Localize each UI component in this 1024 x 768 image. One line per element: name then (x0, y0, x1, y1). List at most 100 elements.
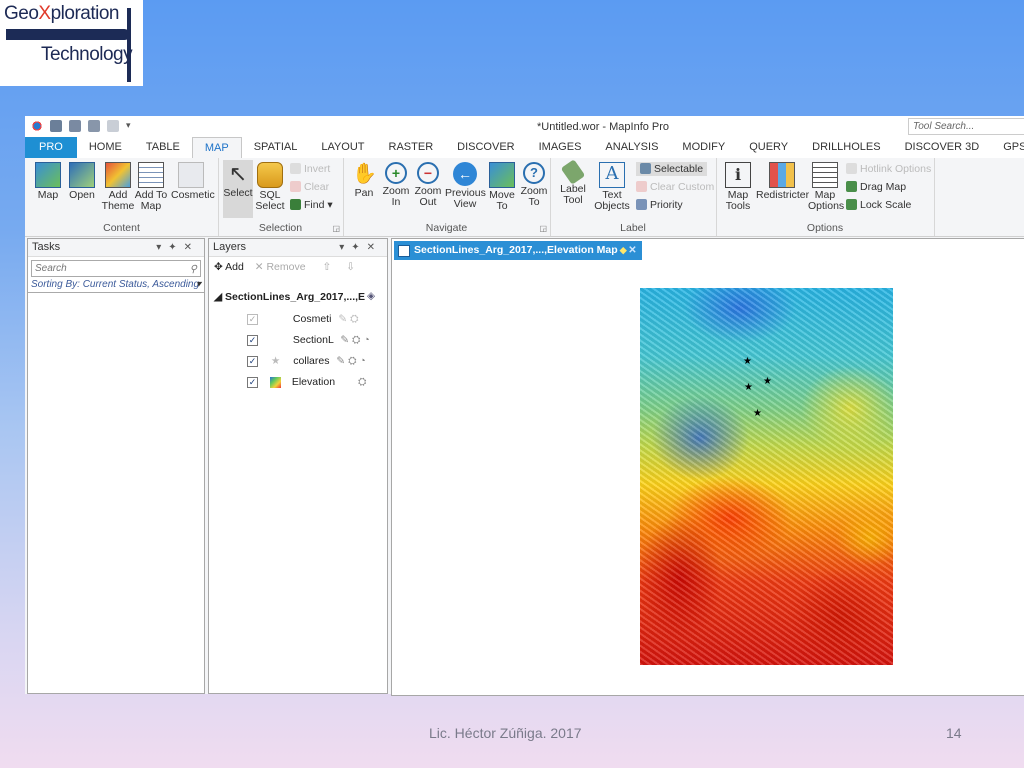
text-a-icon: A (599, 162, 625, 188)
tab-analysis[interactable]: ANALYSIS (593, 137, 670, 158)
clear-custom-button[interactable]: Clear Custom (636, 180, 714, 194)
tab-pro[interactable]: PRO (25, 137, 77, 158)
map-options-button[interactable]: Map Options (808, 162, 844, 212)
map-window-title: SectionLines_Arg_2017,...,Elevation Map (414, 244, 618, 256)
map-button[interactable]: Map (33, 162, 63, 201)
tab-gps[interactable]: GPS (991, 137, 1024, 158)
pan-button[interactable]: ✋ Pan (349, 162, 379, 199)
back-arrow-icon: ← (453, 162, 477, 186)
redistricter-button[interactable]: Redistricter (756, 162, 809, 201)
layers-icon[interactable] (107, 120, 119, 132)
text-objects-button[interactable]: A Text Objects (592, 162, 632, 212)
tool-search-input[interactable]: Tool Search... (908, 118, 1024, 135)
table-icon[interactable] (69, 120, 81, 132)
close-icon[interactable]: ✕ (628, 241, 636, 260)
tab-query[interactable]: QUERY (737, 137, 800, 158)
tab-raster[interactable]: RASTER (377, 137, 446, 158)
drag-map-icon (846, 181, 857, 192)
search-icon[interactable]: ⚲ (190, 262, 197, 277)
navigate-launcher-icon[interactable]: ◲ (539, 224, 547, 233)
clear-icon (290, 181, 301, 192)
previous-view-button[interactable]: ← Previous View (445, 162, 486, 210)
selectable-toggle[interactable]: Selectable (636, 162, 708, 176)
workspace-icon[interactable] (50, 120, 62, 132)
collar-point-star[interactable]: ★ (744, 383, 753, 393)
sql-select-button[interactable]: SQL Select (255, 162, 285, 212)
tab-discover[interactable]: DISCOVER (445, 137, 526, 158)
tab-discover-3d[interactable]: DISCOVER 3D (893, 137, 992, 158)
tab-map[interactable]: MAP (191, 137, 242, 158)
add-theme-button[interactable]: Add Theme (101, 162, 135, 212)
app-logo-icon[interactable] (31, 120, 43, 132)
chevron-down-icon[interactable]: ▾ (196, 279, 201, 290)
layer-settings-icon[interactable]: ⛭ (358, 376, 366, 388)
text-objects-label-2: Objects (594, 200, 630, 212)
tab-table[interactable]: TABLE (134, 137, 192, 158)
layer-checkbox[interactable]: ✓ (247, 334, 258, 346)
move-down-icon[interactable]: ⇩ (346, 261, 355, 273)
star-icon: ★ (270, 355, 281, 367)
map-tools-button[interactable]: i Map Tools (722, 162, 754, 212)
lock-scale-toggle[interactable]: Lock Scale (846, 198, 911, 212)
map-node[interactable]: ◢ SectionLines_Arg_2017,...,E (214, 291, 365, 303)
layer-checkbox[interactable]: ✓ (247, 355, 258, 367)
remove-layer-button[interactable]: ✕ Remove (255, 261, 306, 273)
map-settings-icon[interactable]: ◈ (367, 290, 375, 302)
zoom-out-button[interactable]: − Zoom Out (413, 162, 443, 208)
invert-button[interactable]: Invert (290, 162, 330, 176)
close-table-icon[interactable] (88, 120, 100, 132)
move-up-icon[interactable]: ⇧ (323, 261, 332, 273)
tab-layout[interactable]: LAYOUT (309, 137, 376, 158)
hotlink-options-button[interactable]: Hotlink Options (846, 162, 931, 176)
collar-point-star[interactable]: ★ (763, 377, 772, 387)
add-layer-button[interactable]: ✥ Add (214, 261, 244, 273)
drag-map-toggle[interactable]: Drag Map (846, 180, 906, 194)
collar-point-star[interactable]: ★ (753, 409, 762, 419)
tab-images[interactable]: IMAGES (527, 137, 594, 158)
layer-row[interactable]: ✓ ★ collares ✎ ⛭ ◔ (247, 355, 366, 368)
remove-layer-label: Remove (266, 261, 306, 273)
map-icon (35, 162, 61, 188)
tasks-sort-dropdown[interactable]: Sorting By: Current Status, Ascending ▾ (28, 277, 204, 293)
pencil-icon[interactable]: ✎ ⛭ ◔ (340, 334, 369, 346)
tasks-search-input[interactable]: Search ⚲ (31, 260, 201, 277)
pin-icon[interactable]: ◆ (620, 241, 627, 260)
layer-row[interactable]: ✓ Cosmeti ✎ ⛭ (247, 313, 358, 326)
elevation-raster[interactable]: ★ ★ ★ ★ (640, 288, 893, 665)
zoom-to-button[interactable]: ? Zoom To (519, 162, 549, 208)
pencil-icon[interactable]: ✎ ⛭ ◔ (336, 355, 365, 367)
add-to-map-button[interactable]: Add To Map (133, 162, 169, 212)
tab-modify[interactable]: MODIFY (670, 137, 737, 158)
customize-qat-icon[interactable]: ▾ (126, 120, 132, 132)
layers-panel: Layers ▾✦✕ ✥ Add ✕ Remove ⇧ ⇩ ◢ SectionLi… (208, 238, 388, 694)
tab-drillholes[interactable]: DRILLHOLES (800, 137, 892, 158)
tab-home[interactable]: HOME (77, 137, 134, 158)
find-button[interactable]: Find ▾ (290, 198, 333, 212)
redistricter-grid-icon (769, 162, 795, 188)
cosmetic-icon (178, 162, 204, 188)
zoom-in-button[interactable]: + Zoom In (381, 162, 411, 208)
add-to-map-icon (138, 162, 164, 188)
map-window-tab[interactable]: SectionLines_Arg_2017,...,Elevation Map … (394, 241, 642, 260)
content-group-label: Content (103, 222, 140, 234)
layer-row[interactable]: ✓ Elevation ⛭ (247, 376, 366, 389)
tab-spatial[interactable]: SPATIAL (242, 137, 310, 158)
priority-button[interactable]: Priority (636, 198, 683, 212)
panel-controls-icon[interactable]: ▾✦✕ (339, 239, 382, 256)
tasks-title: Tasks (32, 241, 61, 253)
layer-row[interactable]: ✓ SectionL ✎ ⛭ ◔ (247, 334, 370, 347)
selection-launcher-icon[interactable]: ◲ (332, 224, 340, 233)
collar-point-star[interactable]: ★ (743, 357, 752, 367)
clear-button[interactable]: Clear (290, 180, 329, 194)
open-button[interactable]: Open (67, 162, 97, 201)
clear-custom-label: Clear Custom (650, 181, 715, 193)
layer-checkbox[interactable]: ✓ (247, 313, 258, 325)
layer-checkbox[interactable]: ✓ (247, 376, 258, 388)
quick-access-toolbar: ▾ (31, 120, 132, 132)
pencil-icon[interactable]: ✎ ⛭ (338, 313, 358, 325)
cosmetic-button[interactable]: Cosmetic (171, 162, 215, 201)
label-tool-button[interactable]: Label Tool (558, 159, 588, 206)
select-button[interactable]: ↖ Select (223, 160, 253, 218)
move-to-button[interactable]: Move To (487, 162, 517, 212)
panel-controls-icon[interactable]: ▾✦✕ (156, 239, 199, 256)
